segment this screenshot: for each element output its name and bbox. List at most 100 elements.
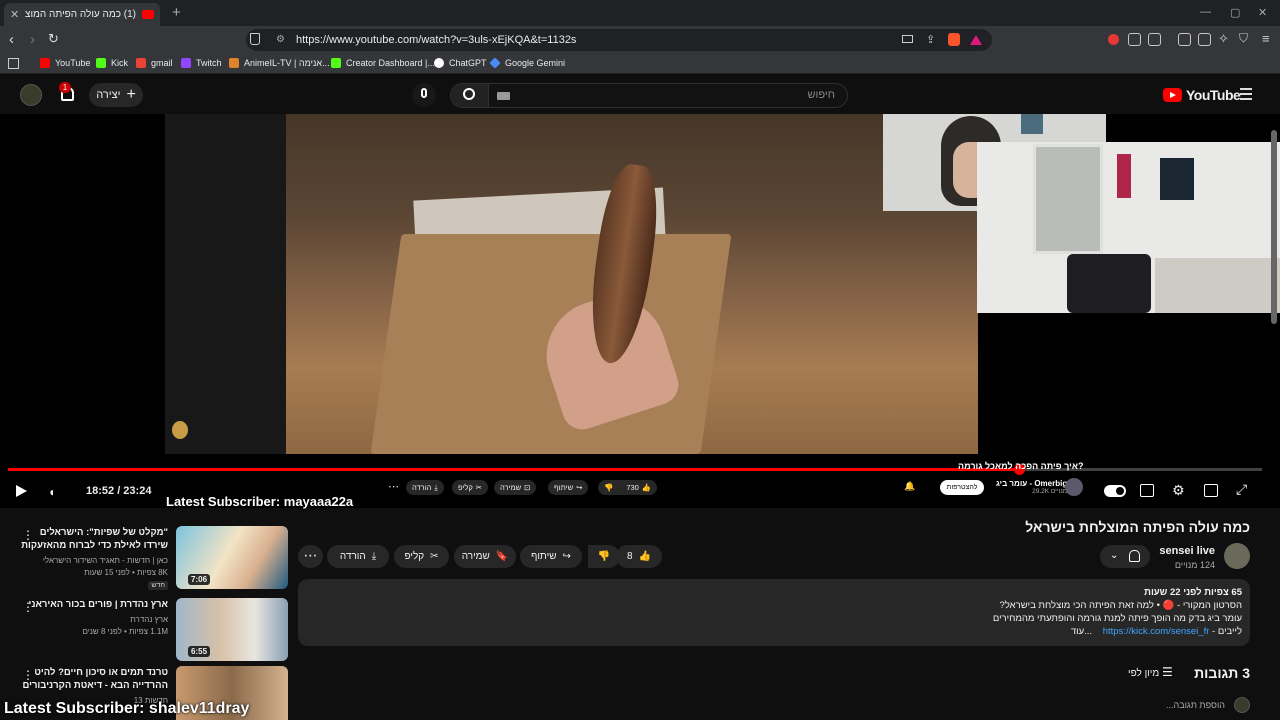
forward-icon[interactable]: › [30,31,35,48]
wallet-icon[interactable] [1198,33,1211,46]
reload-icon[interactable]: ↻ [48,31,59,47]
new-badge: חדש [148,581,168,590]
video-title: כמה עולה הפיתה המוצלחת בישראל [1025,519,1250,535]
save-icon: ⊡ [524,483,531,492]
hamburger-menu-icon[interactable] [1240,88,1252,100]
commenter-avatar [1234,697,1250,713]
bookmark-animeil[interactable]: AnimeIL-TV | אנימה... [229,58,330,68]
volume-icon[interactable]: ◖ [48,485,55,499]
recommendation-channel[interactable]: ארץ נהדרת [130,614,168,626]
bookmark-youtube[interactable]: YouTube [40,58,90,68]
extension-record-icon[interactable] [1108,34,1119,45]
fullscreen-icon[interactable]: ⤢ [1236,481,1247,498]
search-bar[interactable]: חיפוש [450,83,848,108]
voice-search-button[interactable] [412,83,436,107]
browser-tab[interactable]: (1) כמה עולה הפיתה המוצלחת ב ✕ [4,3,160,26]
minimize-icon[interactable]: — [1200,6,1211,18]
mini-bell-icon[interactable]: 🔔 [904,481,915,492]
mini-clip-button[interactable]: קליפ ✂ [452,480,489,495]
mini-subscribe-button[interactable]: להצטרפות [940,480,984,495]
play-icon[interactable] [16,485,27,497]
autoplay-toggle[interactable] [1104,485,1126,497]
close-tab-icon[interactable]: ✕ [10,8,19,21]
bookmark-kick[interactable]: Kick [96,58,128,68]
mini-channel[interactable]: עומר ביג - Omerbig 29.2K מנויים [996,479,1067,495]
youtube-logo[interactable]: YouTube [1163,87,1241,103]
close-window-icon[interactable]: ✕ [1258,6,1267,19]
save-icon: 🔖 [495,551,509,562]
settings-gear-icon[interactable]: ⚙ [1172,482,1185,499]
save-button[interactable]: 🔖 שמירה [454,545,516,568]
description-stats: 65 צפיות לפני 22 שעות [1144,587,1242,598]
vpn-shield-icon[interactable]: ⛉ [1239,31,1248,46]
bookmark-twitch[interactable]: Twitch [181,58,222,68]
clip-button[interactable]: ✂ קליפ [394,545,449,568]
brave-rewards-icon[interactable] [970,35,982,45]
subtitles-icon[interactable] [1140,484,1154,497]
video-frame [286,114,978,454]
cast-icon[interactable] [902,35,913,43]
video-player[interactable] [0,114,1280,508]
recommendation-title[interactable]: "מקלט של שפיות": הישראלים שירדו לאילת כד… [18,526,168,552]
mini-share-button[interactable]: שיתוף ↪ [548,480,589,495]
search-input[interactable]: חיפוש [808,89,835,101]
share-page-icon[interactable]: ⇪ [926,33,935,46]
keyboard-icon[interactable] [497,92,510,100]
webcam-poster-dark [1160,158,1194,200]
site-info-icon[interactable]: ⚙ [276,34,285,45]
browser-menu-icon[interactable]: ≡ [1262,31,1270,46]
extension-puzzle-icon[interactable] [1128,33,1141,46]
channel-name[interactable]: sensei live [1159,545,1215,557]
search-button[interactable] [451,84,489,107]
channel-avatar[interactable] [1224,543,1250,569]
like-button[interactable]: 👍 8 [616,545,662,568]
show-more-link[interactable]: ...עוד [1071,626,1092,637]
description-box[interactable]: 65 צפיות לפני 22 שעות הסרטון המקורי - 🔴 … [298,579,1250,646]
recommendation-title[interactable]: ארץ נהדרת | פורים בכור האיראני [18,598,168,611]
description-line-3: לייבים - https://kick.com/sensei_fr ...ע… [1070,626,1242,637]
bookmark-chatgpt[interactable]: ChatGPT [434,58,487,68]
brave-shield-icon[interactable] [948,33,960,46]
dislike-button[interactable]: 👎 [588,545,620,568]
notifications-button[interactable]: 1 [57,82,77,105]
leo-ai-icon[interactable]: ✧ [1218,31,1229,47]
bookmark-gmail[interactable]: gmail [136,58,173,68]
sort-by-button[interactable]: ☰ מיון לפי [1128,665,1173,679]
recommendation-title[interactable]: טרנד תמים או סיכון חיים? להיט ההרדייה הב… [18,666,168,692]
bookmark-gemini[interactable]: Google Gemini [489,57,565,69]
maximize-icon[interactable]: ▢ [1230,6,1240,19]
subscription-bell-button[interactable]: ⌄ [1100,545,1150,568]
new-tab-icon[interactable]: + [172,4,181,21]
comments-count: 3 תגובות [1194,665,1250,681]
stream-latest-subscriber-1: Latest Subscriber: mayaaa22a [166,494,354,509]
mini-save-button[interactable]: שמירה ⊡ [494,480,537,495]
add-comment-input[interactable]: הוספת תגובה... [1166,700,1225,710]
like-icon: 👍 [641,483,652,492]
bookmark-creator-dashboard[interactable]: Creator Dashboard |... [331,58,435,68]
sidebar-icon[interactable] [1178,33,1191,46]
mini-more-icon[interactable]: ⋯ [388,480,399,493]
bookmark-icon[interactable] [250,33,260,45]
mini-channel-avatar[interactable] [1065,478,1083,496]
recommendation-channel[interactable]: כאן | חדשות - תאגיד השידור הישראלי [43,555,168,567]
miniplayer-icon[interactable] [1204,484,1218,497]
download-button[interactable]: ⤓ הורדה [327,545,389,568]
mini-download-button[interactable]: הורדה ⤓ [406,480,444,495]
mini-like-dislike[interactable]: 👎 730 👍 [598,480,658,495]
share-button[interactable]: ↪ שיתוף [520,545,582,568]
gmail-icon [136,58,146,68]
address-bar[interactable]: ⚙ https://www.youtube.com/watch?v=3uls-x… [246,29,992,51]
share-icon: ↪ [562,551,571,562]
extension-box-icon[interactable] [1148,33,1161,46]
download-icon: ⤓ [434,482,438,492]
create-button[interactable]: יצירה + [89,83,143,107]
recommendation-item[interactable]: 6:55 ⋮ ארץ נהדרת | פורים בכור האיראני אר… [10,598,290,664]
more-actions-button[interactable]: ⋯ [298,545,323,568]
account-avatar[interactable] [20,84,42,106]
recommendation-item[interactable]: 7:06 ⋮ "מקלט של שפיות": הישראלים שירדו ל… [10,526,290,594]
back-icon[interactable]: ‹ [9,31,14,48]
chevron-down-icon: ⌄ [1110,550,1119,561]
kick-link[interactable]: https://kick.com/sensei_fr [1103,626,1210,637]
page-scrollbar[interactable] [1271,130,1277,324]
apps-grid-icon[interactable] [8,58,19,69]
